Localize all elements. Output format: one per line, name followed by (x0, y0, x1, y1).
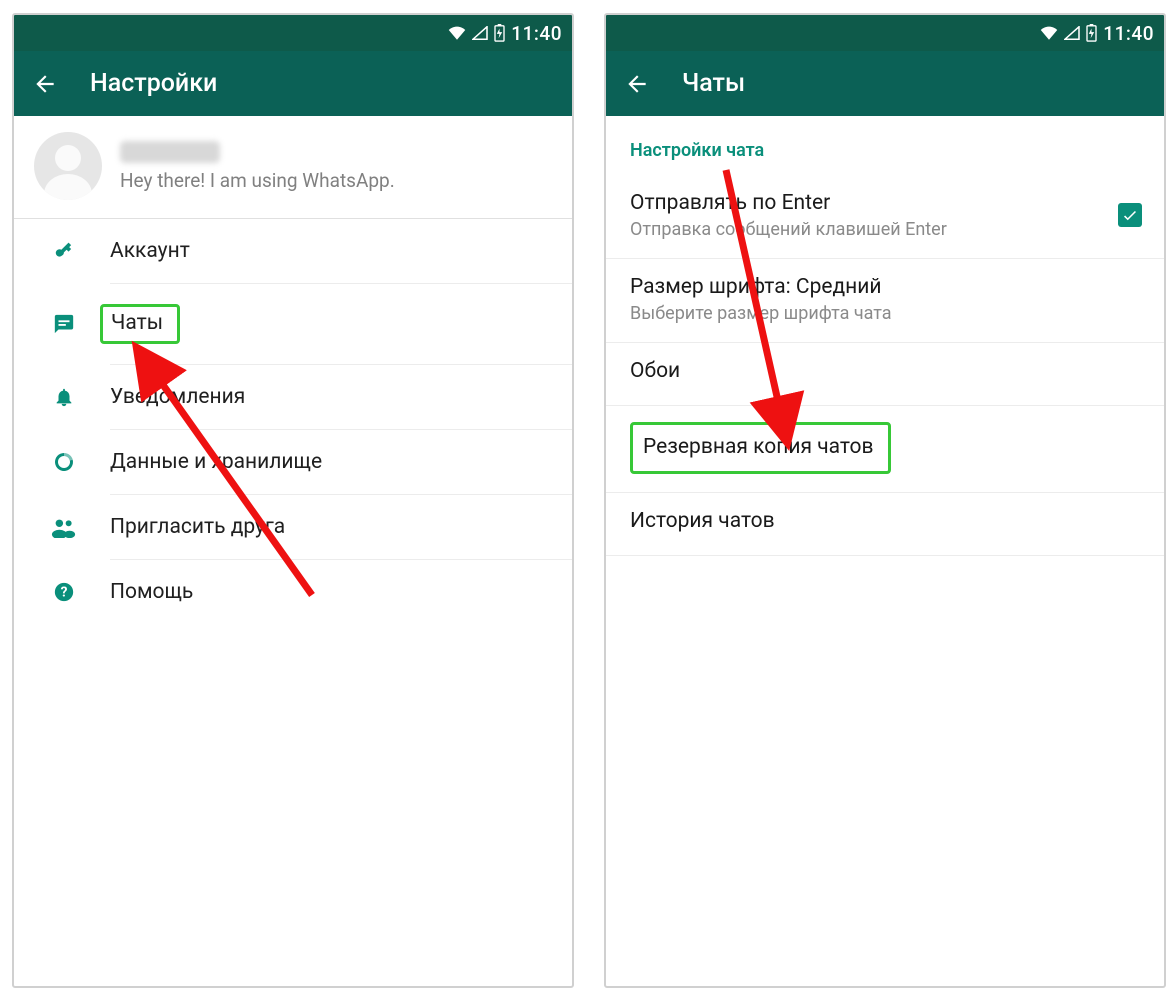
menu-item-help[interactable]: ? Помощь (110, 560, 572, 624)
setting-title: Размер шрифта: Средний (630, 275, 1140, 299)
app-bar: Настройки (14, 51, 572, 116)
status-time: 11:40 (1103, 22, 1154, 45)
menu-label: Помощь (110, 580, 193, 604)
page-title: Настройки (90, 69, 217, 98)
people-icon (50, 516, 78, 538)
avatar (34, 132, 102, 200)
menu-label-highlighted: Чаты (100, 304, 180, 344)
chats-settings-screen: 11:40 Чаты Настройки чата Отправлять по … (604, 13, 1166, 988)
setting-font-size[interactable]: Размер шрифта: Средний Выберите размер ш… (606, 259, 1164, 343)
profile-row[interactable]: Hey there! I am using WhatsApp. (14, 116, 572, 219)
back-button[interactable] (624, 71, 664, 97)
data-usage-icon (50, 450, 78, 474)
setting-chat-backup[interactable]: Резервная копия чатов (606, 406, 1164, 493)
menu-item-data-storage[interactable]: Данные и хранилище (110, 430, 572, 495)
setting-title: Отправлять по Enter (630, 191, 1140, 215)
profile-name-blurred (120, 141, 220, 163)
menu-label: Данные и хранилище (110, 450, 322, 474)
battery-icon (1086, 24, 1097, 42)
status-time: 11:40 (511, 22, 562, 45)
menu-label: Пригласить друга (110, 515, 285, 539)
profile-status: Hey there! I am using WhatsApp. (120, 169, 395, 192)
setting-title: Резервная копия чатов (643, 435, 874, 459)
checkbox-checked[interactable] (1118, 203, 1142, 227)
setting-subtitle: Выберите размер шрифта чата (630, 303, 1140, 324)
setting-wallpaper[interactable]: Обои (606, 343, 1164, 406)
wifi-icon (448, 26, 466, 40)
status-bar: 11:40 (606, 15, 1164, 51)
signal-icon (1064, 26, 1080, 40)
svg-text:?: ? (61, 585, 68, 601)
signal-icon (472, 26, 488, 40)
battery-icon (494, 24, 505, 42)
help-icon: ? (50, 581, 78, 603)
setting-title-highlighted: Резервная копия чатов (630, 422, 891, 474)
setting-title: История чатов (630, 509, 1140, 533)
setting-chat-history[interactable]: История чатов (606, 493, 1164, 556)
bell-icon (50, 386, 78, 408)
menu-item-invite[interactable]: Пригласить друга (110, 495, 572, 560)
app-bar: Чаты (606, 51, 1164, 116)
chat-icon (50, 313, 78, 335)
setting-title: Обои (630, 359, 1140, 383)
status-bar: 11:40 (14, 15, 572, 51)
menu-label: Уведомления (110, 385, 245, 409)
settings-screen: 11:40 Настройки Hey there! I am using Wh… (12, 13, 574, 988)
menu-item-account[interactable]: Аккаунт (110, 219, 572, 284)
menu-item-notifications[interactable]: Уведомления (110, 365, 572, 430)
setting-enter-to-send[interactable]: Отправлять по Enter Отправка сообщений к… (606, 175, 1164, 259)
wifi-icon (1040, 26, 1058, 40)
section-header: Настройки чата (606, 116, 1164, 175)
setting-subtitle: Отправка сообщений клавишей Enter (630, 219, 1140, 240)
key-icon (50, 240, 78, 262)
page-title: Чаты (682, 69, 745, 98)
back-button[interactable] (32, 71, 72, 97)
menu-item-chats[interactable]: Чаты (110, 284, 572, 365)
menu-label: Аккаунт (110, 239, 190, 263)
